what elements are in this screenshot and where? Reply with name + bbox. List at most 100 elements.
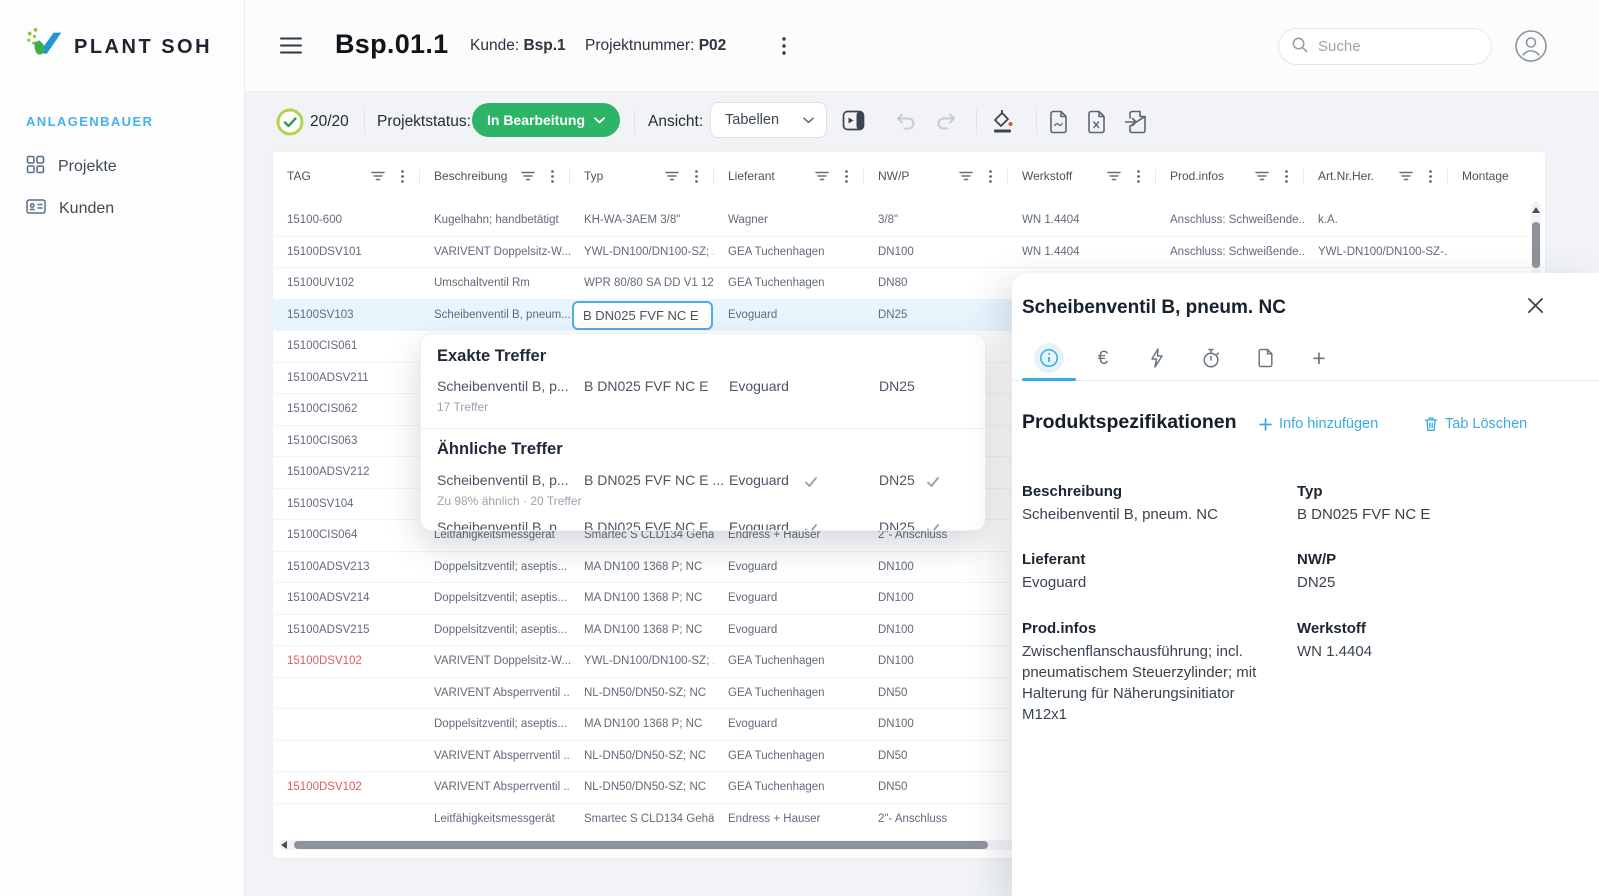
project-title: Bsp.01.1 [335, 29, 448, 60]
column-header-tag[interactable]: TAG [273, 152, 420, 200]
typ-suggestions-dropdown: Exakte Treffer Scheibenventil B, p... B … [420, 333, 986, 531]
kebab-icon [551, 170, 554, 183]
sidebar-item-label: Projekte [58, 158, 117, 176]
detail-panel: Scheibenventil B, pneum. NC € + Produkts… [1012, 273, 1599, 896]
section-title: Produktspezifikationen [1022, 411, 1237, 434]
stopwatch-icon [1201, 348, 1221, 369]
field-value: Evoguard [1022, 572, 1278, 593]
scroll-left-arrow[interactable] [281, 841, 287, 849]
scroll-up-arrow[interactable] [1532, 207, 1540, 213]
delete-tab-button[interactable]: Tab Löschen [1424, 416, 1527, 432]
field-label: NW/P [1297, 551, 1336, 568]
kebab-icon [845, 170, 848, 183]
suggestion-similar-row[interactable]: Scheibenventil B, p... B DN025 FVF NC E … [421, 472, 985, 494]
user-avatar-icon[interactable] [1514, 29, 1548, 63]
field-label: Prod.infos [1022, 620, 1096, 637]
pdf-file-icon[interactable] [1048, 110, 1069, 139]
column-header-prodinfos[interactable]: Prod.infos [1156, 152, 1304, 200]
kebab-icon [401, 170, 404, 183]
field-value: WN 1.4404 [1297, 641, 1553, 662]
customer-meta: Kunde: Bsp.1 [470, 37, 566, 55]
column-header-montage[interactable]: Montage [1448, 152, 1545, 200]
status-badge[interactable]: In Bearbeitung [472, 103, 620, 137]
redo-icon[interactable] [935, 112, 957, 137]
chevron-down-icon [594, 117, 605, 124]
view-label: Ansicht: [648, 113, 703, 131]
hamburger-menu-icon[interactable] [280, 37, 302, 59]
tab-info[interactable] [1022, 337, 1076, 379]
column-header-typ[interactable]: Typ [570, 152, 714, 200]
toolbar: 20/20 Projektstatus: In Bearbeitung Ansi… [245, 92, 1599, 152]
progress-count: 20/20 [310, 113, 349, 131]
column-header-beschreibung[interactable]: Beschreibung [420, 152, 570, 200]
tab-documents[interactable] [1238, 337, 1292, 379]
view-select[interactable]: Tabellen [710, 102, 827, 138]
view-value: Tabellen [725, 112, 779, 128]
trash-icon [1424, 416, 1438, 432]
tab-costs[interactable]: € [1076, 337, 1130, 379]
filter-icon [371, 171, 385, 181]
kebab-icon [695, 170, 698, 183]
panel-toggle-icon[interactable] [842, 109, 865, 137]
table-row[interactable]: 15100-600Kugelhahn; handbetätigtKH-WA-3A… [273, 205, 1545, 237]
field-value: Scheibenventil B, pneum. NC [1022, 504, 1278, 525]
top-bar: Bsp.01.1 Kunde: Bsp.1 Projektnummer: P02 [245, 0, 1599, 92]
column-header-lieferant[interactable]: Lieferant [714, 152, 864, 200]
filter-icon [521, 171, 535, 181]
filter-icon [1107, 171, 1121, 181]
project-number-meta: Projektnummer: P02 [585, 37, 726, 55]
check-icon [926, 522, 940, 531]
search-box[interactable] [1278, 28, 1492, 65]
tab-energy[interactable] [1130, 337, 1184, 379]
panel-title: Scheibenventil B, pneum. NC [1022, 297, 1286, 319]
field-value: B DN025 FVF NC E [1297, 504, 1553, 525]
grid-icon [26, 155, 45, 179]
undo-icon[interactable] [895, 112, 917, 137]
similar-match-count: Zu 98% ähnlich · 20 Treffer [437, 494, 582, 508]
kebab-icon [1429, 170, 1432, 183]
import-file-icon[interactable] [1124, 110, 1148, 139]
id-card-icon [26, 197, 46, 221]
similar-matches-heading: Ähnliche Treffer [437, 440, 563, 459]
divider [976, 109, 977, 135]
typ-edit-cell[interactable] [572, 301, 713, 330]
divider [634, 109, 635, 135]
divider [1036, 109, 1037, 135]
plus-icon: + [1312, 347, 1325, 370]
filter-icon [1255, 171, 1269, 181]
add-info-button[interactable]: Info hinzufügen [1259, 416, 1378, 432]
file-icon [1257, 348, 1274, 368]
table-header: TAG Beschreibung Typ Lieferant NW/P Werk… [273, 152, 1545, 200]
sidebar-item-kunden[interactable]: Kunden [26, 197, 114, 221]
kebab-menu-icon[interactable] [782, 37, 786, 60]
tabs-divider [1012, 380, 1599, 381]
horizontal-scrollbar-thumb[interactable] [294, 841, 988, 849]
suggestion-exact-row[interactable]: Scheibenventil B, p... B DN025 FVF NC E … [421, 378, 985, 400]
brand-logo-icon [24, 24, 66, 71]
divider [421, 428, 985, 429]
field-label: Typ [1297, 483, 1323, 500]
fill-color-icon[interactable] [990, 107, 1016, 139]
tab-timer[interactable] [1184, 337, 1238, 379]
app-window: PLANT SOH ANLAGENBAUER Projekte Kunden [0, 0, 1599, 896]
close-icon[interactable] [1527, 297, 1544, 319]
sidebar-item-projekte[interactable]: Projekte [26, 155, 117, 179]
column-header-nwp[interactable]: NW/P [864, 152, 1008, 200]
field-value: Zwischenflanschausführung; incl. pneumat… [1022, 641, 1278, 725]
progress-check-icon [276, 108, 304, 141]
excel-file-icon[interactable] [1086, 110, 1107, 139]
plus-icon [1259, 418, 1272, 431]
field-label: Lieferant [1022, 551, 1085, 568]
search-input[interactable] [1316, 37, 1466, 56]
brand: PLANT SOH [24, 24, 212, 71]
sidebar-section-label: ANLAGENBAUER [26, 114, 153, 129]
column-header-artnrher[interactable]: Art.Nr.Her. [1304, 152, 1448, 200]
status-label: Projektstatus: [377, 113, 471, 131]
customer-label: Kunde: [470, 37, 519, 54]
filter-icon [1399, 171, 1413, 181]
column-header-werkstoff[interactable]: Werkstoff [1008, 152, 1156, 200]
vertical-scrollbar-thumb[interactable] [1532, 222, 1540, 268]
suggestion-similar-row-2[interactable]: Scheibenventil B, p... B DN025 FVF NC E … [421, 519, 985, 531]
tab-add[interactable]: + [1292, 337, 1346, 379]
table-row[interactable]: 15100DSV101VARIVENT Doppelsitz-W...YWL-D… [273, 237, 1545, 269]
